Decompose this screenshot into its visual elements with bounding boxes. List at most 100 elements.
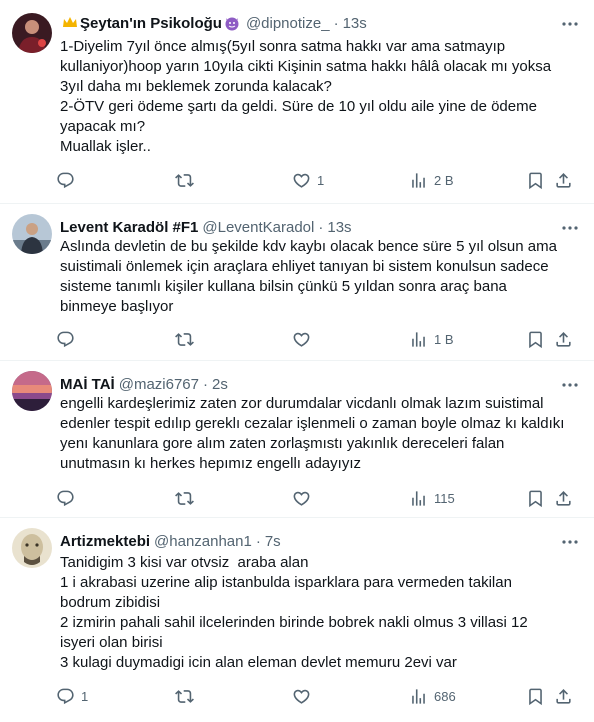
like-count: 1: [317, 172, 325, 188]
reply-button[interactable]: [56, 168, 81, 192]
separator-dot: ·: [318, 218, 324, 236]
timestamp[interactable]: 13s: [327, 219, 351, 236]
like-button[interactable]: [292, 327, 317, 351]
tweet-header: Levent Karadöl #F1 @LeventKaradol · 13s: [60, 217, 554, 237]
user-handle[interactable]: @mazi6767: [119, 376, 199, 393]
views-button[interactable]: 2 B: [409, 168, 454, 192]
user-handle[interactable]: @hanzanhan1: [154, 533, 252, 550]
bookmark-icon: [529, 688, 542, 705]
reply-button[interactable]: 1: [56, 684, 88, 708]
like-button[interactable]: [292, 486, 317, 510]
reply-button[interactable]: [56, 486, 81, 510]
reply-icon: [57, 688, 74, 704]
tweet-line: bodrum zibidisi: [60, 594, 161, 611]
views-button[interactable]: 115: [409, 486, 455, 510]
tweet-line: edenler tespit edılıp gereklı cezalar iş…: [60, 415, 565, 432]
bookmark-button[interactable]: [526, 168, 545, 192]
tweet-line: unutmasın kı herkes hepımız engellı aday…: [60, 455, 361, 472]
views-count: 1 B: [434, 331, 454, 347]
reply-button[interactable]: [56, 327, 81, 351]
heart-icon: [293, 332, 310, 347]
display-name[interactable]: Artizmektebi: [60, 533, 150, 550]
reply-count: 1: [81, 688, 89, 704]
tweet[interactable]: Levent Karadöl #F1 @LeventKaradol · 13s …: [0, 204, 594, 361]
separator-dot: ·: [203, 375, 208, 393]
action-bar: 1 2 B: [56, 168, 580, 192]
tweet-header: Şeytan'ın Psikoloğu @dipnotize_ · 13s: [60, 13, 554, 33]
retweet-button[interactable]: [175, 486, 200, 510]
bookmark-button[interactable]: [526, 684, 545, 708]
timestamp[interactable]: 2s: [212, 376, 228, 393]
views-button[interactable]: 1 B: [409, 327, 454, 351]
separator-dot: ·: [333, 14, 339, 32]
analytics-icon: [412, 688, 425, 704]
analytics-icon: [412, 490, 425, 506]
retweet-button[interactable]: [175, 327, 200, 351]
share-icon: [556, 331, 571, 347]
more-options-icon[interactable]: [560, 532, 580, 552]
like-button[interactable]: [292, 684, 317, 708]
bookmark-icon: [529, 172, 542, 189]
tweet[interactable]: Artizmektebi @hanzanhan1 · 7s Tanidigim …: [0, 518, 594, 722]
like-button[interactable]: 1: [292, 168, 324, 192]
user-handle[interactable]: @LeventKaradol: [202, 219, 314, 236]
avatar[interactable]: [12, 214, 52, 254]
share-button[interactable]: [554, 684, 573, 708]
more-options-icon[interactable]: [560, 14, 580, 34]
tweet-line: sisteme tanımlı kişiler kullana bilsin ç…: [60, 278, 507, 295]
views-count: 686: [434, 688, 456, 704]
heart-icon: [293, 689, 310, 704]
tweet-line: 3yıl daha mı beklemek zorunda kalacak?: [60, 78, 332, 95]
reply-feed: Şeytan'ın Psikoloğu @dipnotize_ · 13s 1-…: [0, 0, 594, 722]
user-handle[interactable]: @dipnotize_: [246, 15, 330, 32]
display-name[interactable]: Şeytan'ın Psikoloğu: [80, 15, 222, 32]
retweet-icon: [175, 332, 194, 346]
retweet-icon: [175, 173, 194, 187]
tweet-line: 2-ÖTV geri ödeme şartı da geldi. Süre de…: [60, 98, 537, 115]
display-name[interactable]: MAİ TAİ: [60, 376, 115, 393]
tweet-line: Aslında devletin de bu şekilde kdv kaybı…: [60, 238, 557, 255]
timestamp[interactable]: 7s: [265, 533, 281, 550]
tweet-line: 2 izmirin pahali sahil ilcelerinden biri…: [60, 614, 528, 631]
avatar[interactable]: [12, 371, 52, 411]
tweet[interactable]: Şeytan'ın Psikoloğu @dipnotize_ · 13s 1-…: [0, 0, 594, 204]
analytics-icon: [412, 331, 425, 347]
retweet-button[interactable]: [175, 684, 200, 708]
avatar[interactable]: [12, 528, 52, 568]
tweet-line: isyeri olan birisi: [60, 634, 163, 651]
share-icon: [556, 172, 571, 188]
views-count: 2 B: [434, 172, 454, 188]
share-button[interactable]: [554, 327, 573, 351]
views-button[interactable]: 686: [409, 684, 456, 708]
share-icon: [556, 490, 571, 506]
share-icon: [556, 688, 571, 704]
share-button[interactable]: [554, 486, 573, 510]
tweet-header: MAİ TAİ @mazi6767 · 2s: [60, 374, 554, 394]
reply-icon: [57, 172, 74, 188]
heart-icon: [293, 173, 310, 188]
reply-icon: [57, 331, 74, 347]
avatar[interactable]: [12, 13, 52, 53]
reply-icon: [57, 490, 74, 506]
bookmark-icon: [529, 490, 542, 507]
more-options-icon[interactable]: [560, 218, 580, 238]
tweet-header: Artizmektebi @hanzanhan1 · 7s: [60, 531, 554, 551]
views-count: 115: [434, 490, 455, 506]
tweet-text: 1-Diyelim 7yıl önce almış(5yıl sonra sat…: [60, 37, 570, 157]
tweet[interactable]: MAİ TAİ @mazi6767 · 2s engelli kardeşler…: [0, 361, 594, 518]
tweet-line: 1-Diyelim 7yıl önce almış(5yıl sonra sat…: [60, 38, 506, 55]
retweet-button[interactable]: [175, 168, 200, 192]
display-name[interactable]: Levent Karadöl #F1: [60, 219, 198, 236]
tweet-line: kullaniyor)hoop yarın 10yıla cikti Kişin…: [60, 58, 552, 75]
tweet-text: Aslında devletin de bu şekilde kdv kaybı…: [60, 237, 570, 317]
bookmark-button[interactable]: [526, 327, 545, 351]
share-button[interactable]: [554, 168, 573, 192]
heart-icon: [293, 491, 310, 506]
bookmark-button[interactable]: [526, 486, 545, 510]
timestamp[interactable]: 13s: [343, 15, 367, 32]
action-bar: 1 686: [56, 684, 580, 708]
tweet-line: 1 i akrabasi uzerine alip istanbulda isp…: [60, 574, 512, 591]
tweet-text: engelli kardeşlerimiz zaten zor durumdal…: [60, 394, 570, 474]
more-options-icon[interactable]: [560, 375, 580, 395]
tweet-line: 3 kulagi duymadigi icin alan eleman devl…: [60, 654, 457, 671]
